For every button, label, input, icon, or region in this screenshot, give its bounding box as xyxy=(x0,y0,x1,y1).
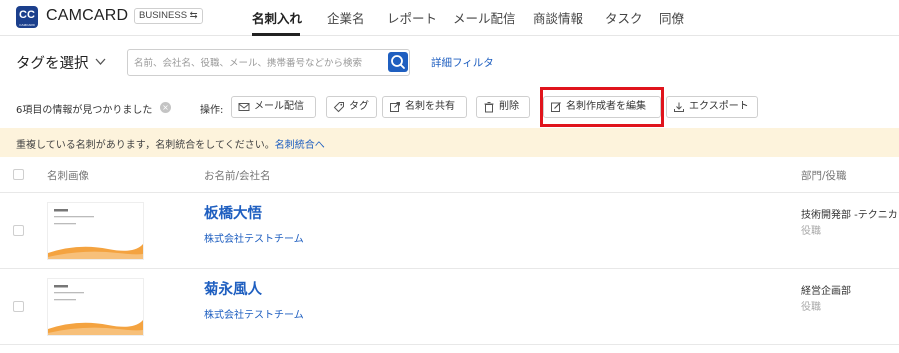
camcard-logo-icon[interactable]: CC CAMCARD xyxy=(16,6,38,28)
job-title-text: 役職 xyxy=(801,302,821,313)
job-title-text: 役職 xyxy=(801,226,821,237)
department-text: 経営企画部 xyxy=(801,286,851,297)
trash-icon xyxy=(484,102,494,113)
duplicate-notice-text: 重複している名刺があります，名刺統合をしてください。 xyxy=(16,140,275,151)
merge-cards-link[interactable]: 名刺統合へ xyxy=(275,140,325,151)
tag-button[interactable]: タグ xyxy=(326,96,377,118)
tab-tasks[interactable]: タスク xyxy=(605,8,643,27)
tab-mail-delivery[interactable]: メール配信 xyxy=(453,8,516,27)
row-checkbox[interactable] xyxy=(13,225,24,236)
detail-filter-link[interactable]: 詳細フィルタ xyxy=(431,55,494,70)
row-checkbox[interactable] xyxy=(13,301,24,312)
search-input[interactable] xyxy=(134,55,372,71)
business-card-image[interactable] xyxy=(47,202,144,260)
tab-companies[interactable]: 企業名 xyxy=(327,8,365,27)
select-all-checkbox[interactable] xyxy=(13,169,24,180)
active-tab-indicator xyxy=(252,33,300,36)
business-switch-badge[interactable]: BUSINESS ⇆ xyxy=(134,8,203,24)
search-button[interactable] xyxy=(388,52,408,72)
company-name-link[interactable]: 株式会社テストチーム xyxy=(204,306,304,321)
tag-select-dropdown[interactable]: タグを選択 xyxy=(16,52,89,73)
logo-subtext: CAMCARD xyxy=(19,23,35,27)
duplicate-notice: 重複している名刺があります，名刺統合をしてください。名刺統合へ xyxy=(16,136,325,151)
search-box xyxy=(127,49,410,76)
department-text: 技術開発部 -テクニカ xyxy=(801,210,898,221)
chevron-down-icon[interactable] xyxy=(95,56,106,67)
column-header-name-company: お名前/会社名 xyxy=(204,170,271,182)
mail-delivery-button[interactable]: メール配信 xyxy=(231,96,316,118)
tab-colleagues[interactable]: 同僚 xyxy=(659,8,684,27)
table-header: 名刺画像 お名前/会社名 部門/役職 xyxy=(0,157,899,193)
tab-reports[interactable]: レポート xyxy=(387,8,437,27)
highlight-box xyxy=(540,87,664,127)
table-row[interactable]: 板橋大悟 株式会社テストチーム 技術開発部 -テクニカ 役職 xyxy=(0,193,899,269)
tab-deals[interactable]: 商談情報 xyxy=(533,8,583,27)
mail-delivery-label: メール配信 xyxy=(254,101,304,112)
top-header: CC CAMCARD CAMCARD BUSINESS ⇆ 名刺入れ 企業名 レ… xyxy=(0,0,899,36)
delete-label: 削除 xyxy=(499,101,519,112)
tag-label: タグ xyxy=(349,101,369,112)
share-card-label: 名刺を共有 xyxy=(405,101,455,112)
mail-icon xyxy=(238,103,250,111)
business-card-image[interactable] xyxy=(47,278,144,336)
share-icon xyxy=(390,102,400,112)
duplicate-notice-banner: 重複している名刺があります，名刺統合をしてください。名刺統合へ xyxy=(0,128,899,157)
logo-text: CC xyxy=(19,9,35,21)
clear-results-icon[interactable]: × xyxy=(160,102,171,113)
export-button[interactable]: エクスポート xyxy=(666,96,758,118)
table-row[interactable]: 菊永風人 株式会社テストチーム 経営企画部 役職 xyxy=(0,269,899,345)
share-card-button[interactable]: 名刺を共有 xyxy=(382,96,467,118)
results-count: 6項目の情報が見つかりました xyxy=(16,105,153,116)
column-header-department-title: 部門/役職 xyxy=(801,170,847,182)
column-header-card-image: 名刺画像 xyxy=(47,170,89,182)
delete-button[interactable]: 削除 xyxy=(476,96,530,118)
brand-name: CAMCARD xyxy=(46,7,129,24)
card-thumbnail-graphic xyxy=(48,279,143,335)
operations-label: 操作: xyxy=(200,105,224,116)
contact-name-link[interactable]: 菊永風人 xyxy=(204,278,262,299)
tab-card-holder[interactable]: 名刺入れ xyxy=(252,8,302,27)
company-name-link[interactable]: 株式会社テストチーム xyxy=(204,230,304,245)
card-thumbnail-graphic xyxy=(48,203,143,259)
export-label: エクスポート xyxy=(689,101,749,112)
tag-icon xyxy=(333,102,344,113)
export-icon xyxy=(674,102,684,112)
contact-name-link[interactable]: 板橋大悟 xyxy=(204,202,262,223)
search-icon xyxy=(391,55,405,69)
